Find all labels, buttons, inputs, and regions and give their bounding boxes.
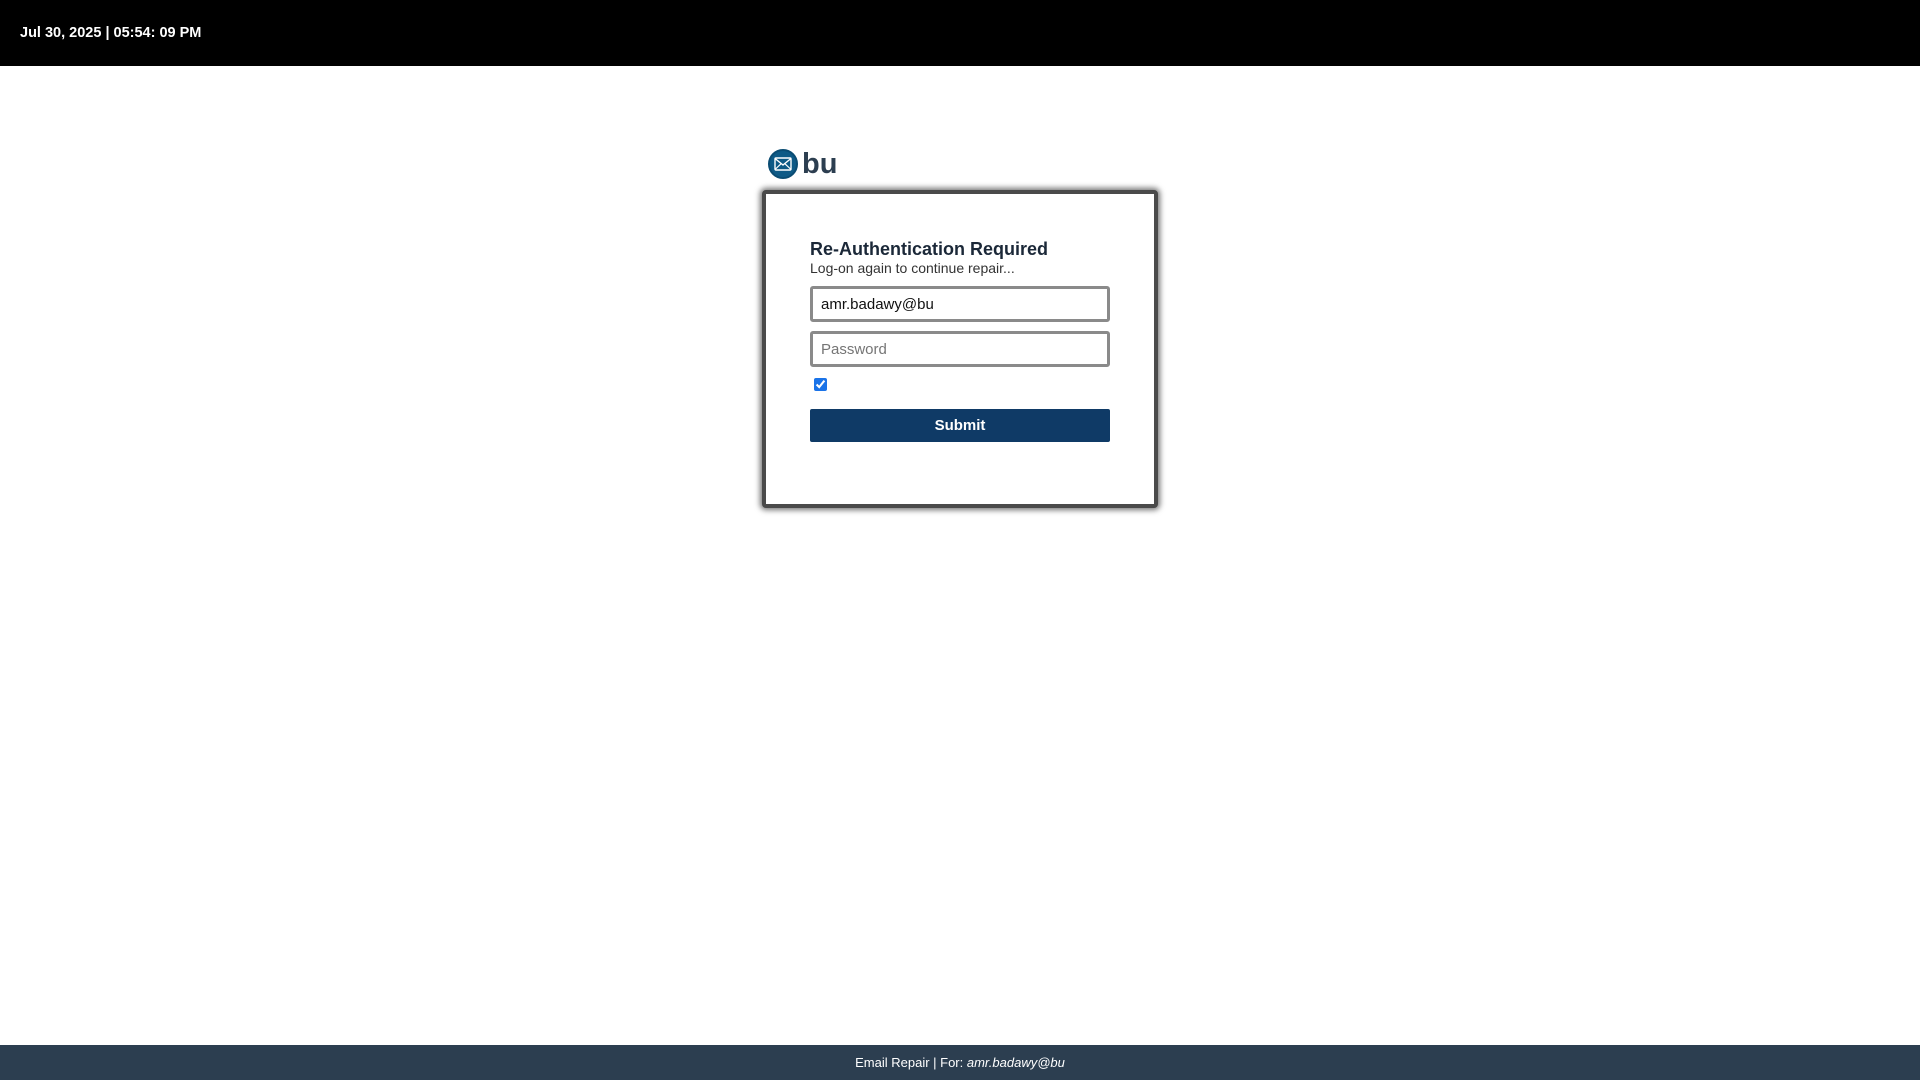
brand-header: bu xyxy=(768,148,837,180)
top-bar: Jul 30, 2025 | 05:54: 09 PM xyxy=(0,0,1920,66)
card-subtitle: Log-on again to continue repair... xyxy=(810,260,1015,276)
footer-bar: Email Repair | For: amr.badawy@bu xyxy=(0,1045,1920,1080)
brand-name: bu xyxy=(802,147,838,180)
footer-email: amr.badawy@bu xyxy=(966,1055,1065,1070)
password-field[interactable] xyxy=(810,331,1110,367)
remember-row xyxy=(810,376,1110,392)
footer-prefix: Email Repair | For: xyxy=(855,1055,967,1070)
card-title: Re-Authentication Required xyxy=(810,239,1049,259)
submit-button[interactable]: Submit xyxy=(810,409,1110,442)
remember-checkbox[interactable] xyxy=(814,377,827,391)
login-form: Re-Authentication Required Log-on again … xyxy=(810,238,1110,442)
envelope-icon xyxy=(768,149,798,179)
datetime-display: Jul 30, 2025 | 05:54: 09 PM xyxy=(20,25,202,41)
login-card: Re-Authentication Required Log-on again … xyxy=(762,190,1158,508)
email-field[interactable] xyxy=(810,286,1110,322)
